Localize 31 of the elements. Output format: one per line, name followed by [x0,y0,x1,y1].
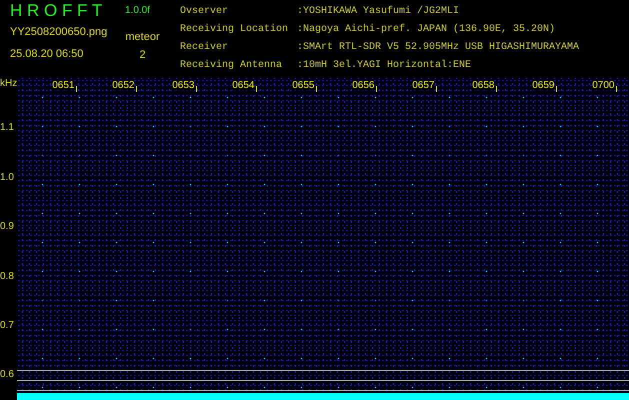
time-label: 0652 [112,80,134,92]
axis-label: 0.8 [0,270,14,283]
axis-label: 0.6 [0,369,14,382]
axis-unit: kHz [0,78,18,91]
axis-label: 0.7 [0,320,14,332]
time-label: 0651 [52,80,74,92]
field-value: :Nagoya Aichi-pref. JAPAN (136.90E, 35.20N) [297,24,556,37]
axis-label: 1.1 [0,122,14,134]
version-label: 1.0.0f [124,4,150,18]
time-label: 0656 [352,80,374,92]
field-label: Receiving Antenna [180,60,284,73]
time-label: 0659 [532,80,554,92]
time-label: 0658 [472,80,494,92]
meteor-label: meteor [125,30,160,45]
date-time: 25.08.20 06:50 [10,46,84,62]
time-label: 0657 [412,80,434,92]
axis-label: 1.0 [0,172,14,184]
field-value: :YOSHIKAWA Yasufumi /JG2MLI [297,6,460,19]
app-title: H R O F F T [10,1,104,21]
field-label: Ovserver [180,6,230,19]
field-value: :SMArt RTL-SDR V5 52.905MHz USB HIGASHIMURAYAMA [297,42,580,55]
axis-label: 0.9 [0,221,14,234]
time-label: 0654 [232,80,254,92]
time-label: 0653 [172,80,194,92]
filename: YY2508200650.png [10,25,108,40]
meteor-count: 2 [139,48,146,62]
time-label: 0700 [592,80,614,92]
field-label: Receiver [180,42,230,55]
field-label: Receiving Location [180,24,290,37]
time-label: 0655 [292,80,314,92]
field-value: :10mH 3el.YAGI Horizontal:ENE [297,60,472,73]
